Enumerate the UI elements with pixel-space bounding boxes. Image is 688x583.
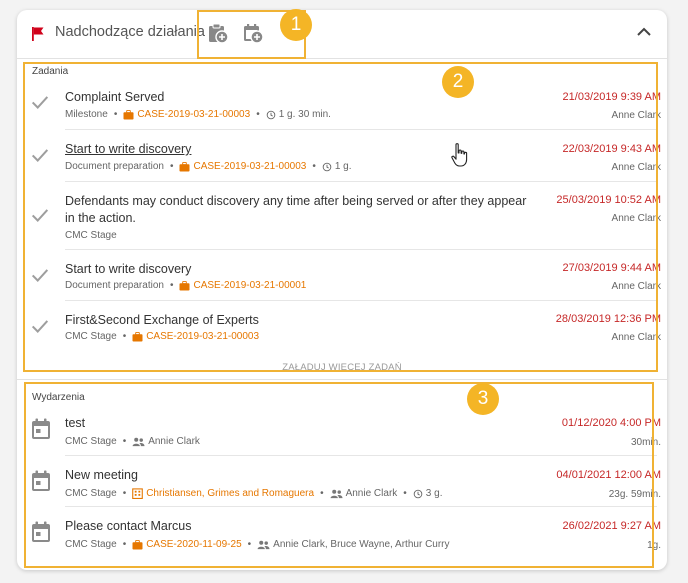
flag-icon (32, 27, 44, 41)
card-header: Nadchodzące działania (17, 10, 667, 56)
section-divider (17, 379, 667, 380)
annotation-box-2 (23, 62, 658, 372)
annotation-badge-1: 1 (280, 9, 312, 41)
card-title: Nadchodzące działania (55, 24, 205, 40)
annotation-badge-2: 2 (442, 66, 474, 98)
chevron-up-icon[interactable] (635, 23, 653, 41)
annotation-box-3 (24, 382, 654, 568)
header-divider (17, 58, 667, 59)
annotation-badge-3: 3 (467, 383, 499, 415)
